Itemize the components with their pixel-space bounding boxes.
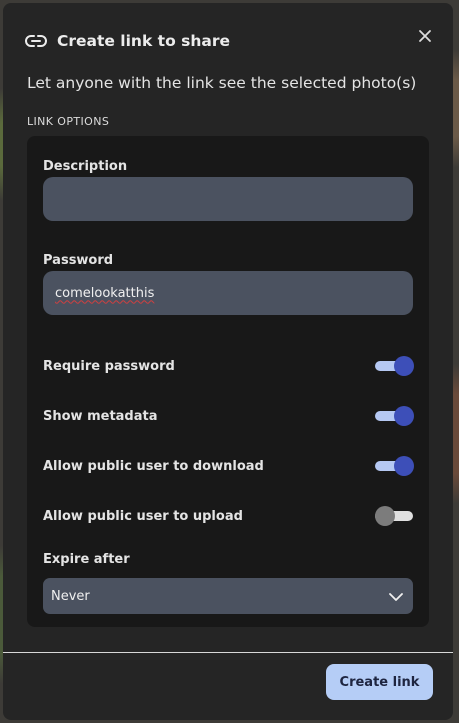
toggle-label: Allow public user to upload [43,508,243,524]
toggle-label: Allow public user to download [43,458,264,474]
dialog-subtitle: Let anyone with the link see the selecte… [27,74,417,92]
share-link-dialog: Create link to share Let anyone with the… [3,3,453,720]
create-link-button[interactable]: Create link [326,664,433,700]
footer-divider [3,652,453,653]
toggle-row-allow-upload: Allow public user to upload [43,505,413,527]
dialog-header: Create link to share [25,29,431,53]
toggle-label: Show metadata [43,408,158,424]
show-metadata-toggle[interactable] [375,405,414,427]
toggle-row-require-password: Require password [43,355,414,377]
require-password-toggle[interactable] [375,355,414,377]
password-label: Password [43,253,114,268]
section-label: LINK OPTIONS [27,115,110,128]
password-input[interactable]: comelookatthis [43,271,413,315]
allow-download-toggle[interactable] [375,455,414,477]
link-icon [25,31,49,51]
link-options-panel: Description Password comelookatthis Requ… [27,136,429,627]
dialog-title: Create link to share [57,32,231,50]
close-button[interactable] [411,23,439,51]
allow-upload-toggle[interactable] [375,505,413,527]
expire-select[interactable]: Never [43,578,413,614]
password-value: comelookatthis [55,285,155,301]
expire-value: Never [51,588,90,604]
close-icon [418,28,432,47]
expire-label: Expire after [43,552,130,567]
toggle-row-show-metadata: Show metadata [43,405,414,427]
toggle-label: Require password [43,358,175,374]
description-input[interactable] [43,177,413,221]
toggle-row-allow-download: Allow public user to download [43,455,414,477]
chevron-down-icon [389,587,403,606]
description-label: Description [43,159,128,174]
